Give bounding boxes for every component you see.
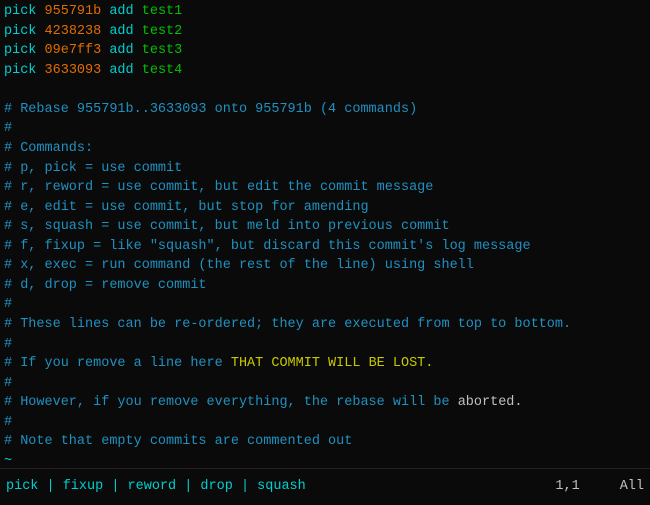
editor-line: # d, drop = remove commit [4,276,646,296]
editor-line: # e, edit = use commit, but stop for ame… [4,198,646,218]
editor-line: # [4,119,646,139]
statusbar-commands: pick | fixup | reword | drop | squash [6,477,555,497]
editor-line: # These lines can be re-ordered; they ar… [4,315,646,335]
editor-line: # [4,374,646,394]
statusbar: pick | fixup | reword | drop | squash 1,… [0,468,650,505]
editor: pick 955791b add test1pick 4238238 add t… [0,0,650,468]
editor-line: # [4,335,646,355]
editor-line: # [4,295,646,315]
editor-line: # s, squash = use commit, but meld into … [4,217,646,237]
editor-line: # p, pick = use commit [4,159,646,179]
scroll-position: All [620,477,644,497]
editor-line: ~ [4,452,646,468]
editor-line: # Note that empty commits are commented … [4,432,646,452]
editor-line: # Rebase 955791b..3633093 onto 955791b (… [4,100,646,120]
editor-line: # x, exec = run command (the rest of the… [4,256,646,276]
editor-line: pick 3633093 add test4 [4,61,646,81]
cursor-position: 1,1 [555,477,579,497]
editor-line: # If you remove a line here THAT COMMIT … [4,354,646,374]
editor-line [4,80,646,100]
statusbar-right: 1,1 All [555,477,644,497]
editor-line: # f, fixup = like "squash", but discard … [4,237,646,257]
editor-line: pick 4238238 add test2 [4,22,646,42]
editor-line: pick 955791b add test1 [4,2,646,22]
editor-line: # [4,413,646,433]
editor-line: # r, reword = use commit, but edit the c… [4,178,646,198]
editor-line: pick 09e7ff3 add test3 [4,41,646,61]
editor-line: # However, if you remove everything, the… [4,393,646,413]
editor-line: # Commands: [4,139,646,159]
